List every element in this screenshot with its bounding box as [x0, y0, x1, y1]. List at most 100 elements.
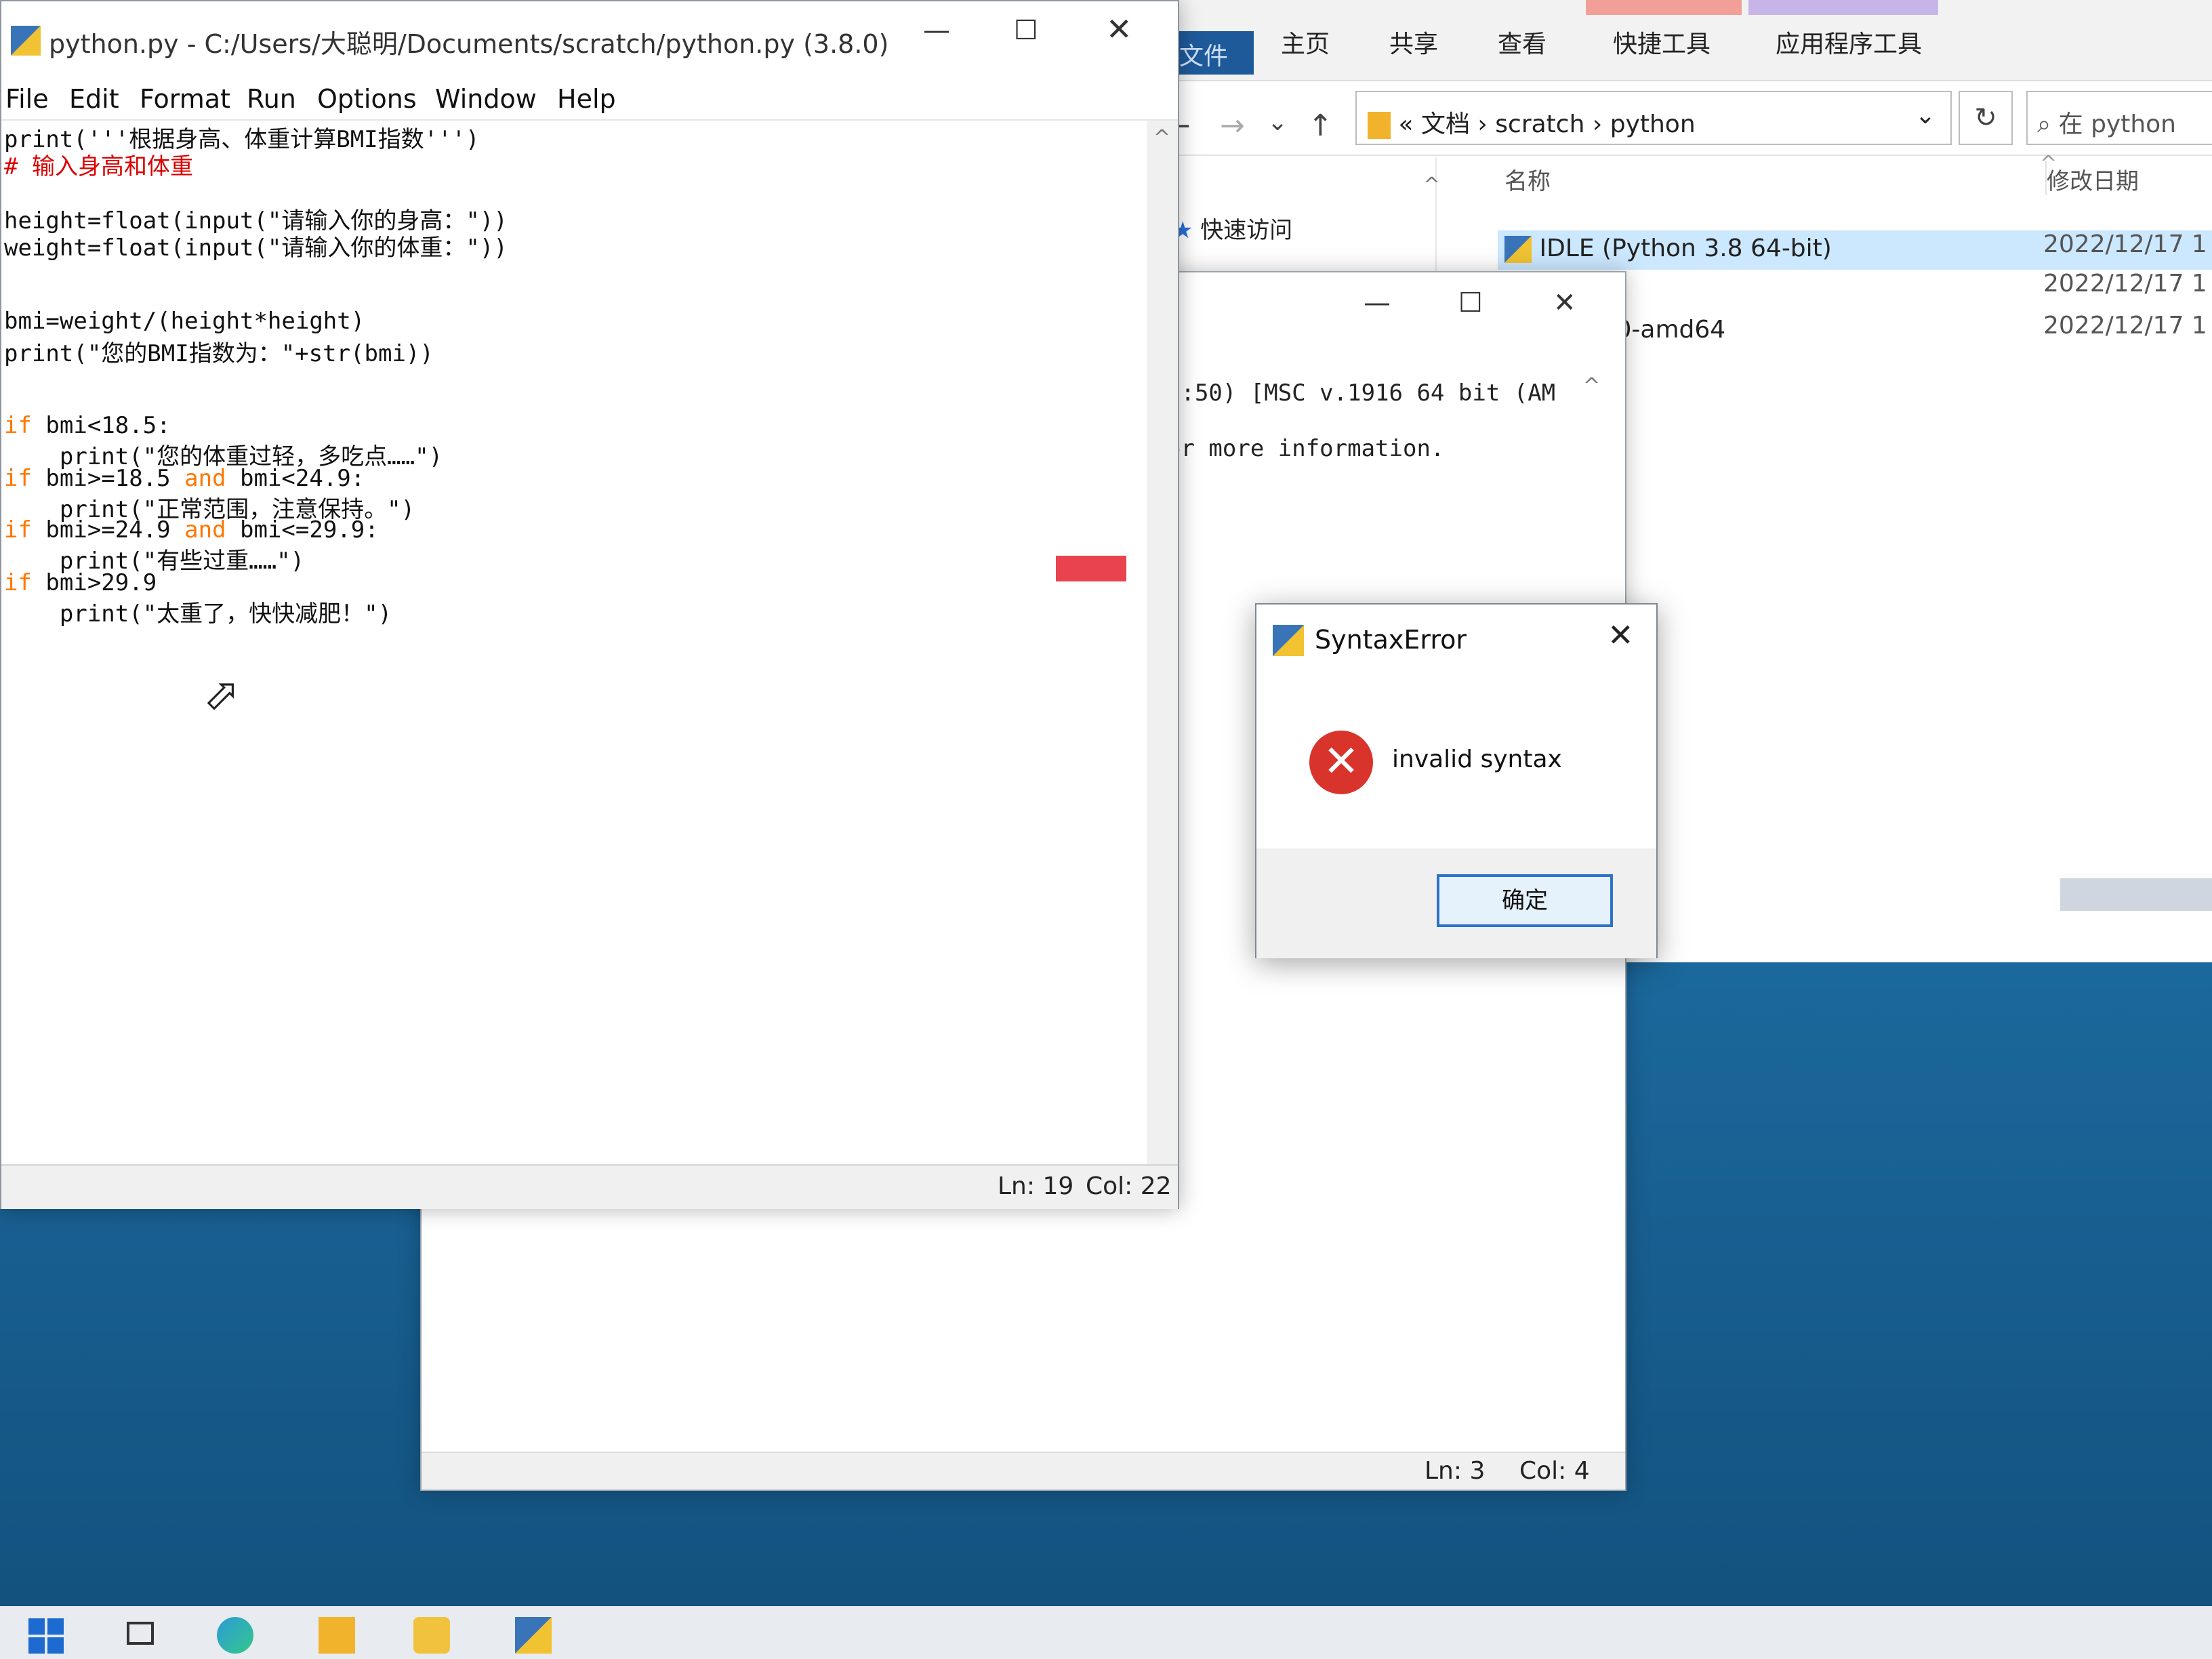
start-button-icon[interactable]: [27, 1617, 64, 1654]
code-text: bmi<24.9:: [226, 465, 365, 492]
column-header-name[interactable]: 名称: [1504, 163, 1551, 196]
context-strip-app-tools: [1748, 0, 1938, 15]
idle-app-icon: [11, 26, 41, 56]
code-text: bmi>29.9: [31, 569, 157, 596]
ribbon-tab-view[interactable]: 查看: [1498, 24, 1547, 60]
code-line: weight=float(input("请输入你的体重：")): [4, 234, 508, 262]
context-strip-tools: [1586, 0, 1742, 15]
keyword-and: and: [184, 465, 226, 492]
keyword-if: if: [4, 412, 32, 439]
folder-icon: [1368, 112, 1391, 139]
shell-line-number: Ln: 3: [1425, 1457, 1486, 1485]
shell-maximize-icon[interactable]: ☐: [1458, 287, 1483, 319]
up-arrow-icon[interactable]: ↑: [1308, 108, 1333, 143]
breadcrumb-separator-icon: ›: [1477, 110, 1488, 138]
editor-vertical-scrollbar[interactable]: ^: [1147, 121, 1178, 1164]
code-line: if bmi>=18.5 and bmi<24.9:: [4, 465, 365, 492]
file-explorer-taskbar-icon[interactable]: [319, 1617, 355, 1654]
search-icon: ⌕: [2037, 110, 2051, 138]
menu-run[interactable]: Run: [247, 84, 296, 114]
shell-minimize-icon[interactable]: —: [1364, 287, 1391, 319]
refresh-button[interactable]: ↻: [1959, 91, 2013, 145]
ribbon-tab-app-tools[interactable]: 应用程序工具: [1776, 24, 1922, 60]
shell-scroll-up-icon[interactable]: ^: [1583, 374, 1600, 398]
editor-statusbar: Ln: 19 Col: 22: [1, 1164, 1178, 1209]
ribbon-tab-quick-tools[interactable]: 快捷工具: [1613, 24, 1711, 60]
code-editor[interactable]: print('''根据身高、体重计算BMI指数''') # 输入身高和体重 he…: [1, 121, 1147, 1164]
explorer-ribbon: 文件 主页 共享 查看 快捷工具 应用程序工具: [1152, 0, 2212, 81]
menu-file[interactable]: File: [5, 84, 49, 114]
code-line: if bmi>29.9: [4, 569, 157, 596]
scroll-up-icon[interactable]: ^: [1153, 126, 1170, 150]
code-line: print("太重了，快快减肥！"): [4, 600, 392, 628]
code-line: print("您的BMI指数为："+str(bmi)): [4, 340, 434, 367]
shell-banner-line: 7:50) [MSC v.1916 64 bit (AM: [1167, 380, 1556, 407]
address-dropdown-icon[interactable]: ⌄: [1915, 102, 1936, 129]
python-dialog-icon: [1273, 625, 1304, 656]
menu-window[interactable]: Window: [435, 84, 537, 114]
editor-titlebar: python.py - C:/Users/大聪明/Documents/scrat…: [1, 1, 1178, 76]
horizontal-scrollbar[interactable]: [2060, 878, 2212, 911]
editor-column-number: Col: 22: [1086, 1172, 1172, 1200]
code-text: bmi<18.5:: [31, 412, 171, 439]
menu-options[interactable]: Options: [317, 84, 417, 114]
python-file-icon: [1504, 236, 1532, 263]
file-row-name[interactable]: IDLE (Python 3.8 64-bit): [1504, 234, 1832, 263]
syntax-error-dialog: SyntaxError ✕ ✕ invalid syntax 确定: [1255, 603, 1658, 958]
column-header-date[interactable]: 修改日期: [2047, 163, 2139, 196]
syntax-error-highlight: [1056, 556, 1126, 581]
menu-edit[interactable]: Edit: [69, 84, 119, 114]
shell-statusbar: Ln: 3 Col: 4: [422, 1452, 1625, 1490]
address-toolbar: ← → ⌄ ↑ « 文档 › scratch › python ⌄ ↻ ⌕ 在 …: [1152, 81, 2212, 156]
dialog-close-icon[interactable]: ✕: [1607, 617, 1634, 653]
code-text: bmi<=29.9:: [226, 516, 379, 544]
forward-arrow-icon[interactable]: →: [1220, 108, 1245, 143]
file-date: 2022/12/17 1: [2043, 230, 2207, 258]
dialog-title: SyntaxError: [1315, 625, 1467, 655]
recent-dropdown-icon[interactable]: ⌄: [1267, 108, 1288, 136]
shell-banner-line: or more information.: [1167, 435, 1445, 462]
editor-line-number: Ln: 19: [998, 1172, 1074, 1200]
dialog-message: invalid syntax: [1392, 745, 1562, 773]
ribbon-tab-share[interactable]: 共享: [1389, 24, 1438, 60]
ribbon-tab-home[interactable]: 主页: [1281, 24, 1330, 60]
shell-close-icon[interactable]: ✕: [1553, 287, 1576, 319]
menu-format[interactable]: Format: [140, 84, 230, 114]
shell-column-number: Col: 4: [1519, 1457, 1590, 1485]
keyword-if: if: [4, 569, 32, 596]
code-line: if bmi>=24.9 and bmi<=29.9:: [4, 516, 379, 544]
editor-minimize-icon[interactable]: —: [923, 15, 950, 46]
nav-quick-access[interactable]: ★ 快速访问: [1172, 211, 1292, 245]
keyword-if: if: [4, 516, 32, 544]
search-box[interactable]: ⌕ 在 python: [2026, 91, 2212, 145]
editor-title: python.py - C:/Users/大聪明/Documents/scrat…: [49, 29, 889, 59]
code-line: if bmi<18.5:: [4, 412, 171, 439]
idle-editor-window: python.py - C:/Users/大聪明/Documents/scrat…: [0, 0, 1179, 1209]
python-taskbar-icon[interactable]: [515, 1617, 552, 1654]
nav-scroll-up-icon[interactable]: ^: [1423, 173, 1440, 197]
code-comment-line: # 输入身高和体重: [4, 153, 193, 180]
editor-maximize-icon[interactable]: ☐: [1014, 15, 1038, 46]
mouse-cursor-icon: ⬀: [203, 670, 240, 720]
file-date: 2022/12/17 1: [2043, 270, 2207, 298]
code-text: bmi>=24.9: [31, 516, 185, 544]
taskbar: [0, 1606, 2212, 1659]
task-view-icon[interactable]: [122, 1617, 159, 1654]
breadcrumb-scratch[interactable]: scratch: [1495, 110, 1584, 138]
keyword-if: if: [4, 465, 32, 492]
address-bar[interactable]: « 文档 › scratch › python ⌄: [1355, 91, 1952, 145]
ok-button[interactable]: 确定: [1437, 874, 1613, 927]
error-icon: ✕: [1309, 731, 1373, 794]
code-text: bmi>=18.5: [31, 465, 185, 492]
editor-menubar: File Edit Format Run Options Window Help: [1, 76, 1178, 121]
nav-quick-access-label: 快速访问: [1200, 217, 1293, 244]
edge-browser-icon[interactable]: [217, 1617, 253, 1654]
breadcrumb-documents[interactable]: 文档: [1421, 110, 1470, 138]
file-date: 2022/12/17 1: [2043, 312, 2207, 340]
app-taskbar-icon[interactable]: [413, 1617, 450, 1654]
keyword-and: and: [184, 516, 226, 544]
code-line: bmi=weight/(height*height): [4, 308, 365, 335]
editor-close-icon[interactable]: ✕: [1106, 11, 1132, 47]
breadcrumb-python[interactable]: python: [1610, 110, 1696, 138]
menu-help[interactable]: Help: [557, 84, 616, 114]
